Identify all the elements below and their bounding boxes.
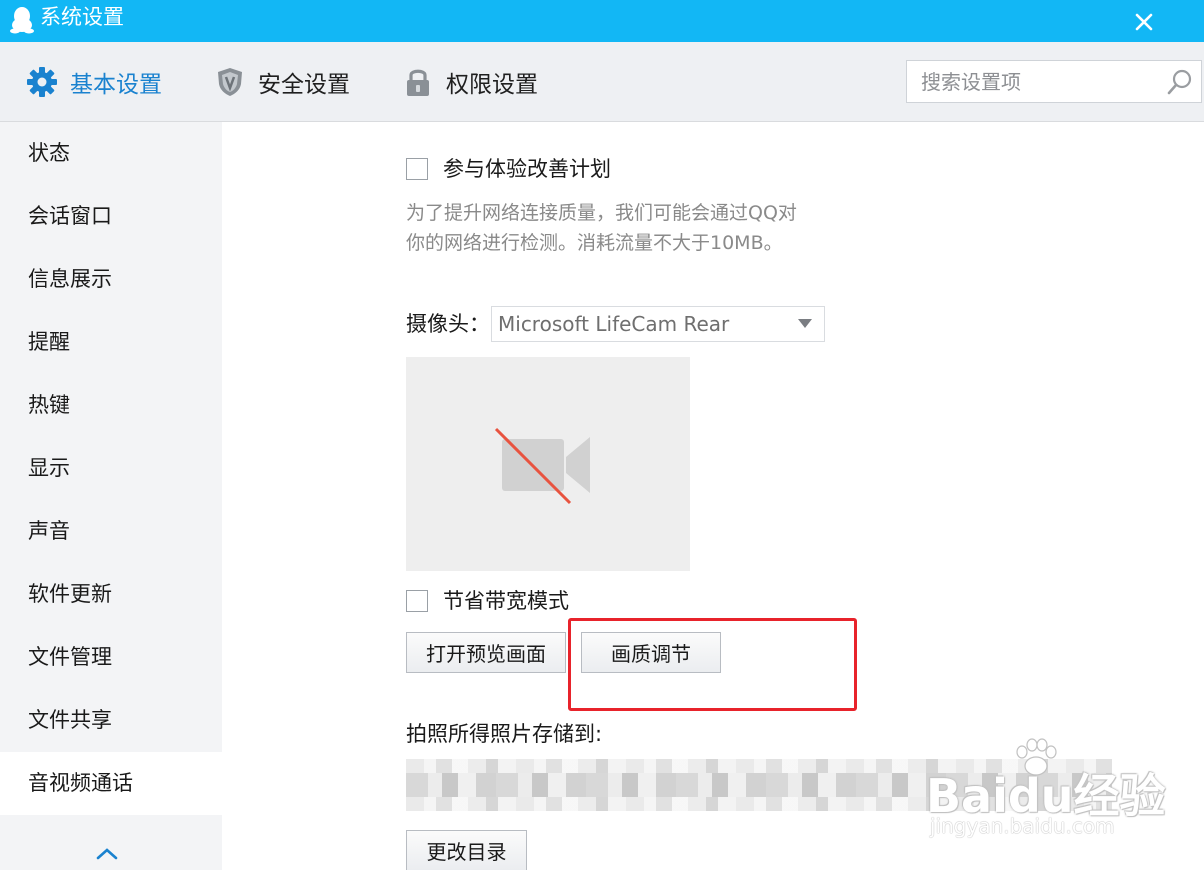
open-preview-button[interactable]: 打开预览画面 bbox=[406, 632, 566, 673]
sidebar-item-sound[interactable]: 声音 bbox=[0, 500, 222, 563]
tab-security-settings[interactable]: 安全设置 bbox=[214, 42, 350, 122]
tab-label: 安全设置 bbox=[258, 72, 350, 98]
sidebar-item-label: 声音 bbox=[28, 519, 70, 543]
shield-icon bbox=[218, 68, 242, 96]
blurred-path-text bbox=[406, 773, 1112, 797]
experience-plan-checkbox[interactable] bbox=[406, 158, 428, 180]
sidebar: 状态 会话窗口 信息展示 提醒 热键 显示 声音 软件更新 文件管理 文件共享 … bbox=[0, 122, 222, 870]
photo-storage-path bbox=[406, 759, 1112, 811]
search-input[interactable] bbox=[907, 61, 1157, 102]
sidebar-item-label: 音视频通话 bbox=[28, 771, 133, 795]
sidebar-item-display[interactable]: 显示 bbox=[0, 437, 222, 500]
sidebar-item-label: 软件更新 bbox=[28, 582, 112, 606]
sidebar-item-av-call[interactable]: 音视频通话 bbox=[0, 752, 222, 815]
experience-plan-hint-line2: 你的网络进行检测。消耗流量不大于10MB。 bbox=[406, 232, 783, 254]
close-icon[interactable] bbox=[1132, 10, 1156, 34]
sidebar-item-status[interactable]: 状态 bbox=[0, 122, 222, 185]
sidebar-item-file-sharing[interactable]: 文件共享 bbox=[0, 689, 222, 752]
lock-icon bbox=[407, 69, 429, 96]
experience-plan-hint-line1: 为了提升网络连接质量，我们可能会通过QQ对 bbox=[406, 202, 797, 224]
sidebar-item-reminder[interactable]: 提醒 bbox=[0, 311, 222, 374]
sidebar-item-chat-window[interactable]: 会话窗口 bbox=[0, 185, 222, 248]
camera-label: 摄像头： bbox=[406, 312, 490, 336]
chevron-up-icon[interactable] bbox=[94, 844, 120, 864]
main-panel: 参与体验改善计划 为了提升网络连接质量，我们可能会通过QQ对 你的网络进行检测。… bbox=[222, 122, 1204, 870]
save-bandwidth-label: 节省带宽模式 bbox=[443, 589, 569, 613]
qq-penguin-icon bbox=[10, 7, 34, 34]
window-title: 系统设置 bbox=[40, 5, 124, 29]
camera-select[interactable]: Microsoft LifeCam Rear bbox=[491, 306, 825, 342]
sidebar-item-label: 提醒 bbox=[28, 330, 70, 354]
sidebar-item-label: 会话窗口 bbox=[28, 204, 112, 228]
sidebar-item-label: 文件共享 bbox=[28, 708, 112, 732]
camera-off-icon bbox=[494, 427, 590, 505]
title-bar: 系统设置 bbox=[0, 0, 1204, 42]
settings-header: 基本设置 安全设置 权限设置 bbox=[0, 42, 1204, 122]
quality-adjust-button[interactable]: 画质调节 bbox=[581, 632, 721, 673]
experience-plan-label: 参与体验改善计划 bbox=[443, 157, 611, 181]
camera-select-value: Microsoft LifeCam Rear bbox=[498, 312, 730, 336]
gear-icon bbox=[27, 67, 57, 97]
tab-basic-settings[interactable]: 基本设置 bbox=[26, 42, 162, 122]
photo-storage-label: 拍照所得照片存储到: bbox=[406, 722, 603, 746]
sidebar-item-label: 状态 bbox=[28, 141, 70, 165]
sidebar-item-label: 热键 bbox=[28, 393, 70, 417]
tab-label: 基本设置 bbox=[70, 72, 162, 98]
tab-label: 权限设置 bbox=[446, 72, 538, 98]
chevron-down-icon bbox=[798, 319, 812, 328]
change-directory-button[interactable]: 更改目录 bbox=[406, 830, 527, 870]
sidebar-item-file-management[interactable]: 文件管理 bbox=[0, 626, 222, 689]
save-bandwidth-checkbox[interactable] bbox=[406, 590, 428, 612]
sidebar-item-label: 信息展示 bbox=[28, 267, 112, 291]
sidebar-item-software-update[interactable]: 软件更新 bbox=[0, 563, 222, 626]
sidebar-item-label: 文件管理 bbox=[28, 645, 112, 669]
search-icon[interactable] bbox=[1165, 67, 1195, 97]
sidebar-item-info-display[interactable]: 信息展示 bbox=[0, 248, 222, 311]
tab-permission-settings[interactable]: 权限设置 bbox=[402, 42, 538, 122]
settings-search bbox=[906, 60, 1202, 103]
sidebar-item-hotkeys[interactable]: 热键 bbox=[0, 374, 222, 437]
sidebar-item-label: 显示 bbox=[28, 456, 70, 480]
camera-preview bbox=[406, 357, 690, 571]
